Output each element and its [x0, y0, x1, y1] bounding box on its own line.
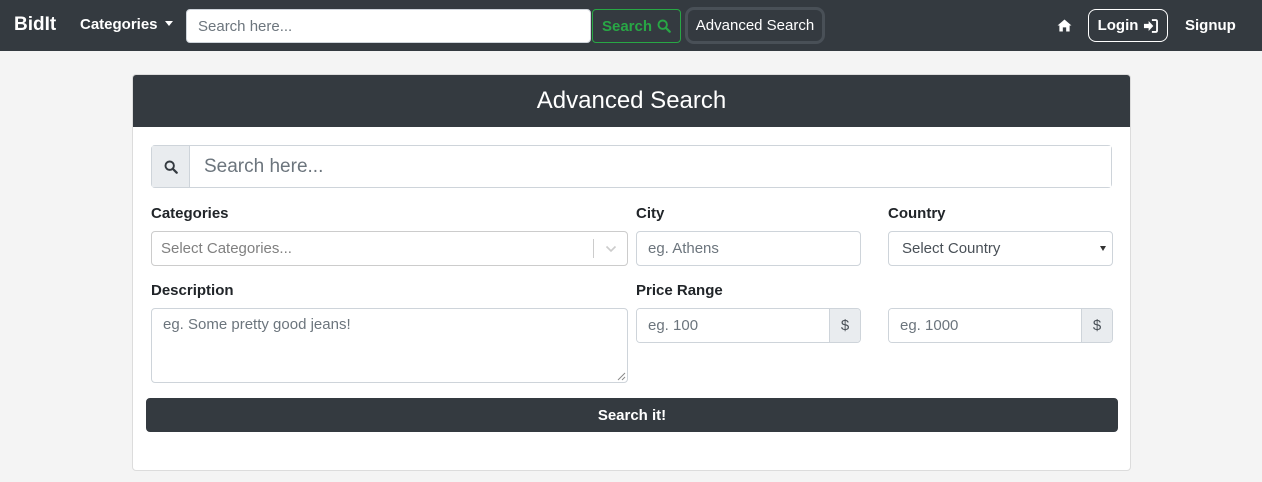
- search-it-button-label: Search it!: [597, 406, 667, 424]
- search-icon: [164, 160, 178, 174]
- multiselect-toggle[interactable]: [594, 245, 627, 253]
- navbar-search-button[interactable]: Search: [592, 9, 681, 43]
- price-range-label: Price Range: [636, 282, 723, 299]
- price-min-group: $: [636, 308, 861, 343]
- sign-in-icon: [1144, 18, 1159, 33]
- login-button-label: Login: [1097, 17, 1139, 34]
- advanced-search-card: Advanced Search Categories City Country …: [132, 74, 1131, 471]
- price-min-currency: $: [829, 309, 860, 342]
- categories-label: Categories: [151, 205, 229, 222]
- resize-grip-icon[interactable]: [616, 371, 626, 381]
- description-label: Description: [151, 282, 234, 299]
- description-textarea[interactable]: [151, 308, 628, 383]
- top-navbar: BidIt Categories Search Advanced Search …: [0, 0, 1262, 51]
- search-it-button[interactable]: Search it!: [146, 398, 1118, 432]
- navbar-search-input[interactable]: [186, 9, 591, 43]
- card-title: Advanced Search: [536, 87, 727, 114]
- price-max-currency: $: [1081, 309, 1112, 342]
- city-label: City: [636, 205, 665, 222]
- caret-down-icon: [164, 21, 173, 26]
- select-arrow-icon: [1100, 246, 1106, 251]
- home-link[interactable]: [1054, 15, 1074, 35]
- chevron-down-icon: [605, 245, 616, 252]
- card-header: Advanced Search: [133, 75, 1130, 127]
- search-icon: [657, 19, 671, 33]
- price-max-input[interactable]: [889, 309, 1081, 342]
- main-search-addon: [152, 146, 190, 187]
- navbar-search-button-label: Search: [601, 17, 653, 35]
- login-button[interactable]: Login: [1088, 9, 1168, 42]
- city-input[interactable]: [636, 231, 861, 266]
- country-select-value: Select Country: [902, 240, 1001, 257]
- advanced-search-button[interactable]: Advanced Search: [685, 7, 825, 44]
- categories-dropdown[interactable]: Categories: [80, 16, 173, 34]
- categories-multiselect-placeholder: Select Categories...: [161, 240, 292, 257]
- main-search-group: [151, 145, 1112, 188]
- brand-logo[interactable]: BidIt: [14, 14, 56, 36]
- advanced-search-button-label: Advanced Search: [695, 17, 815, 34]
- home-icon: [1057, 18, 1071, 32]
- main-search-input[interactable]: [190, 146, 1111, 187]
- country-select[interactable]: Select Country: [888, 231, 1113, 266]
- price-min-input[interactable]: [637, 309, 829, 342]
- country-label: Country: [888, 205, 946, 222]
- categories-dropdown-label: Categories: [80, 16, 158, 33]
- categories-multiselect[interactable]: Select Categories...: [151, 231, 628, 266]
- signup-link[interactable]: Signup: [1185, 17, 1236, 35]
- price-max-group: $: [888, 308, 1113, 343]
